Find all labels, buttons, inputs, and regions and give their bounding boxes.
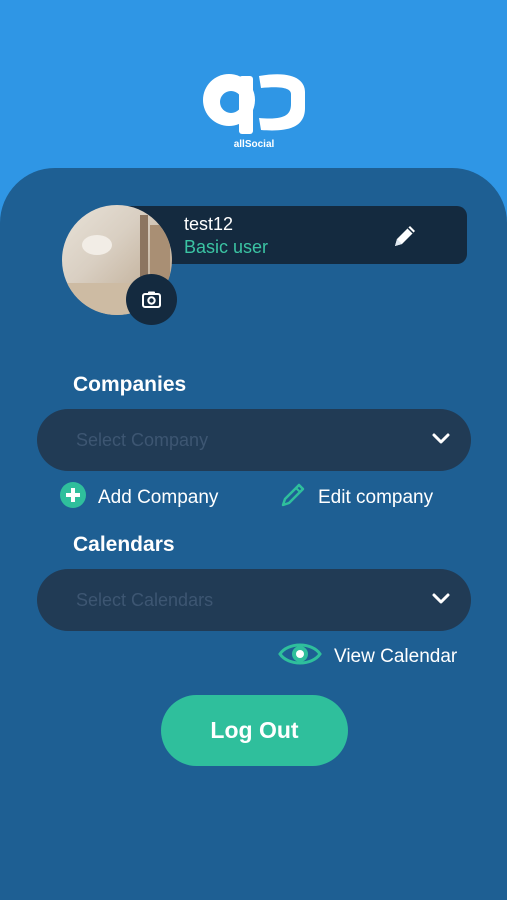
edit-profile-button[interactable]	[389, 220, 421, 252]
change-photo-button[interactable]	[126, 274, 177, 325]
company-select[interactable]: Select Company	[37, 409, 471, 471]
username: test12	[184, 214, 234, 234]
edit-pencil-icon	[280, 482, 306, 514]
chevron-down-icon	[432, 593, 450, 604]
add-company-button[interactable]: Add Company	[60, 482, 218, 514]
calendar-select-placeholder: Select Calendars	[76, 590, 214, 610]
avatar-detail	[82, 235, 112, 255]
view-calendar-button[interactable]: View Calendar	[278, 640, 457, 674]
eye-icon	[278, 640, 322, 674]
pencil-icon	[395, 226, 415, 246]
user-role: Basic user	[184, 237, 269, 257]
calendars-title: Calendars	[73, 533, 175, 556]
app-logo: allSocial	[201, 68, 307, 154]
camera-icon	[142, 291, 161, 308]
brand-name: allSocial	[233, 139, 275, 150]
logo-icon	[203, 74, 305, 134]
chevron-down-icon	[432, 433, 450, 444]
add-company-label: Add Company	[98, 487, 219, 508]
view-calendar-label: View Calendar	[334, 646, 458, 667]
edit-company-label: Edit company	[318, 487, 434, 508]
companies-title: Companies	[73, 373, 187, 396]
plus-circle-icon	[60, 482, 86, 514]
edit-company-button[interactable]: Edit company	[280, 482, 433, 514]
calendar-select[interactable]: Select Calendars	[37, 569, 471, 631]
company-select-placeholder: Select Company	[76, 430, 209, 450]
logout-button[interactable]: Log Out	[161, 695, 348, 766]
